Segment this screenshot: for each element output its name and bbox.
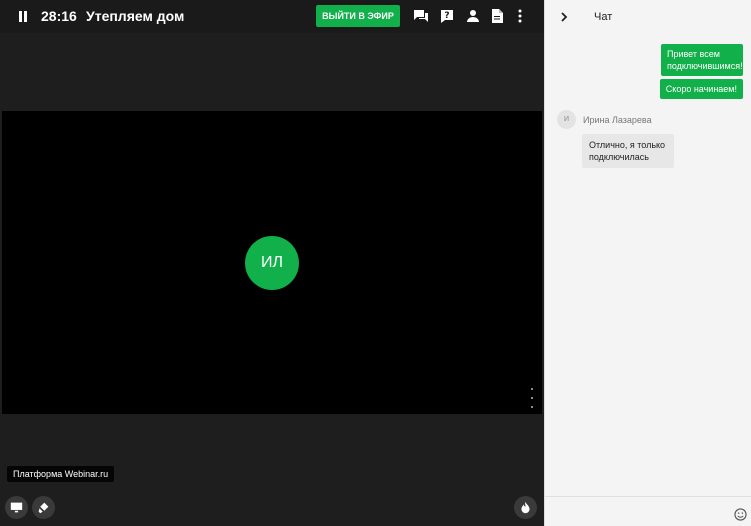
reaction-button[interactable] — [514, 496, 537, 519]
peer-avatar: И — [557, 110, 576, 129]
incoming-message: Отлично, я только подключилась — [582, 134, 674, 168]
fire-icon — [521, 501, 530, 514]
chat-title: Чат — [594, 11, 613, 23]
more-vertical-icon[interactable] — [512, 8, 528, 24]
outgoing-message: Скоро начинаем! — [659, 79, 743, 99]
platform-badge: Платформа Webinar.ru — [7, 466, 115, 482]
chat-icon[interactable] — [413, 8, 429, 24]
svg-text:?: ? — [444, 11, 449, 21]
chat-message-input[interactable] — [545, 496, 751, 526]
participant-avatar: ИЛ — [245, 236, 299, 290]
video-area: ИЛ — [2, 111, 542, 414]
person-icon[interactable] — [465, 8, 481, 24]
pause-icon[interactable] — [18, 11, 29, 22]
session-timer: 28:16 — [41, 8, 77, 24]
screen-share-icon — [10, 502, 23, 513]
webinar-title: Утепляем дом — [86, 8, 185, 24]
chevron-right-icon[interactable] — [559, 11, 569, 23]
screen-share-button[interactable] — [5, 496, 28, 519]
video-stage: 28:16 Утепляем дом ВЫЙТИ В ЭФИР ? ИЛ Пла… — [0, 0, 544, 526]
question-icon[interactable]: ? — [439, 8, 455, 24]
chat-header: Чат — [545, 0, 751, 34]
document-icon[interactable] — [489, 8, 505, 24]
top-toolbar: 28:16 Утепляем дом ВЫЙТИ В ЭФИР ? — [0, 0, 544, 33]
video-more-icon[interactable] — [528, 386, 536, 410]
go-live-button[interactable]: ВЫЙТИ В ЭФИР — [316, 5, 400, 27]
emoji-icon[interactable] — [734, 508, 747, 521]
draw-button[interactable] — [32, 496, 55, 519]
brush-icon — [38, 502, 49, 514]
chat-panel: Чат Привет всем подключившимся! Скоро на… — [544, 0, 751, 526]
peer-name: Ирина Лазарева — [583, 115, 652, 125]
outgoing-message: Привет всем подключившимся! — [661, 44, 743, 76]
